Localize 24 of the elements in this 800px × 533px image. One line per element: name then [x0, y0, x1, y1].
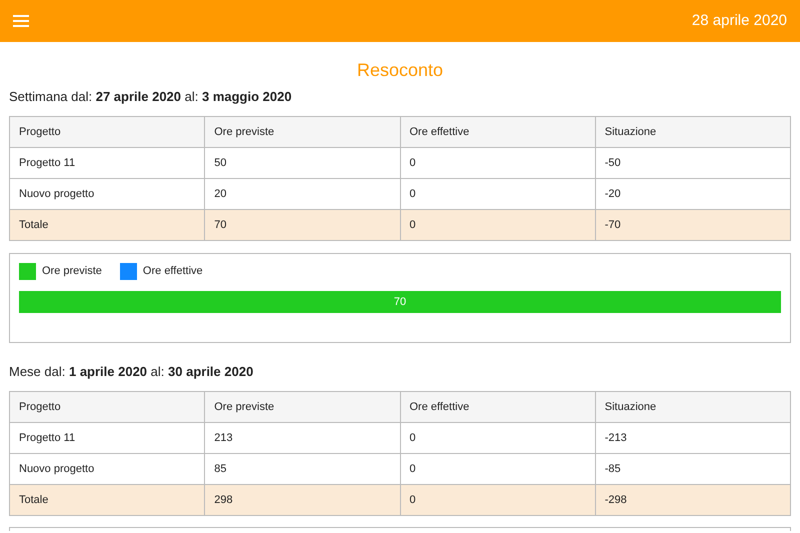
column-header: Progetto — [10, 392, 205, 422]
current-date: 28 aprile 2020 — [692, 10, 787, 31]
total-cell: Totale — [10, 210, 205, 240]
column-header: Ore effettive — [400, 392, 596, 422]
total-cell: 0 — [400, 484, 596, 516]
legend-label: Ore effettive — [142, 264, 203, 280]
total-cell: -298 — [595, 484, 790, 516]
section-heading: Settimana dal: 27 aprile 2020 al: 3 maggio 2020 — [9, 88, 293, 106]
column-header: Ore previste — [204, 116, 400, 148]
page-title: Resoconto — [356, 59, 444, 82]
total-cell: Totale — [10, 484, 205, 516]
menu-icon[interactable] — [13, 15, 29, 27]
section-heading: Mese dal: 1 aprile 2020 al: 30 aprile 2020 — [9, 363, 254, 381]
total-cell: 298 — [204, 484, 400, 516]
bar-value: 70 — [394, 295, 406, 309]
column-header: Ore effettive — [400, 116, 596, 148]
total-cell: -70 — [595, 210, 790, 240]
column-header: Situazione — [595, 392, 790, 422]
legend-label: Ore previste — [42, 264, 102, 280]
column-header: Ore previste — [204, 392, 400, 422]
column-header: Progetto — [10, 116, 205, 148]
total-cell: 0 — [400, 210, 596, 240]
total-cell: 70 — [204, 210, 400, 240]
column-header: Situazione — [595, 116, 790, 148]
